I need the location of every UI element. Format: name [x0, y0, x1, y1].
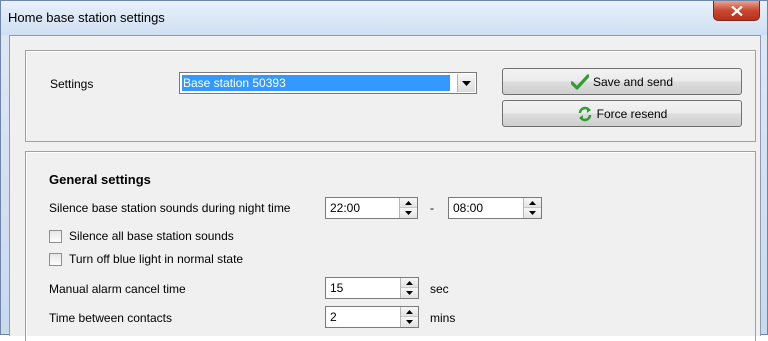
night-start-spinner [399, 198, 417, 218]
force-resend-button[interactable]: Force resend [502, 100, 742, 127]
close-x-icon [730, 5, 743, 16]
chevron-down-icon [462, 80, 471, 86]
arrow-down-icon [529, 211, 536, 215]
cancel-time-unit: sec [430, 282, 449, 296]
cancel-time-value: 15 [330, 281, 344, 295]
contacts-interval-up-button[interactable] [401, 307, 418, 317]
arrow-down-icon [406, 291, 413, 295]
station-select[interactable]: Base station 50393 [179, 72, 477, 94]
cancel-time-label: Manual alarm cancel time [49, 282, 186, 296]
blue-light-label: Turn off blue light in normal state [69, 252, 244, 266]
contacts-interval-spinner [400, 307, 418, 327]
night-start-up-button[interactable] [400, 198, 417, 208]
title-bar: Home base station settings [1, 1, 767, 35]
arrow-down-icon [406, 320, 413, 324]
general-settings-heading: General settings [49, 172, 151, 187]
contacts-interval-label: Time between contacts [49, 311, 172, 325]
settings-selection-panel: Settings Base station 50393 Save and sen… [25, 50, 756, 142]
arrow-up-icon [529, 200, 536, 205]
settings-window: Home base station settings Settings Base… [0, 0, 768, 341]
dropdown-arrow[interactable] [457, 74, 475, 92]
night-start-time-input[interactable]: 22:00 [325, 197, 418, 219]
save-and-send-label: Save and send [592, 74, 674, 89]
cancel-time-up-button[interactable] [401, 278, 418, 288]
client-area: Settings Base station 50393 Save and sen… [9, 35, 761, 341]
green-refresh-icon [578, 106, 591, 121]
station-select-value: Base station 50393 [181, 74, 451, 92]
night-end-value: 08:00 [453, 201, 484, 215]
cancel-time-spinner [400, 278, 418, 298]
arrow-up-icon [406, 309, 413, 314]
contacts-interval-down-button[interactable] [401, 317, 418, 327]
arrow-up-icon [406, 280, 413, 285]
night-end-spinner [523, 198, 541, 218]
cancel-time-down-button[interactable] [401, 288, 418, 298]
night-end-time-input[interactable]: 08:00 [448, 197, 542, 219]
save-and-send-button[interactable]: Save and send [502, 68, 742, 95]
time-range-dash: - [430, 201, 434, 215]
silence-all-label: Silence all base station sounds [69, 229, 234, 243]
arrow-up-icon [405, 200, 412, 205]
window-title: Home base station settings [8, 10, 165, 25]
arrow-down-icon [405, 211, 412, 215]
general-settings-panel: General settings Silence base station so… [25, 151, 756, 341]
night-end-up-button[interactable] [524, 198, 541, 208]
green-check-icon [570, 73, 589, 90]
settings-label: Settings [50, 77, 94, 91]
contacts-interval-value: 2 [330, 310, 337, 324]
contacts-interval-input[interactable]: 2 [325, 306, 419, 328]
contacts-interval-unit: mins [430, 311, 456, 325]
night-start-down-button[interactable] [400, 208, 417, 218]
silence-all-checkbox[interactable] [49, 230, 62, 243]
night-start-value: 22:00 [330, 201, 361, 215]
cancel-time-input[interactable]: 15 [325, 277, 419, 299]
close-button[interactable] [713, 1, 760, 21]
blue-light-checkbox[interactable] [49, 253, 62, 266]
night-end-down-button[interactable] [524, 208, 541, 218]
force-resend-label: Force resend [596, 106, 668, 121]
silence-night-label: Silence base station sounds during night… [49, 201, 291, 215]
